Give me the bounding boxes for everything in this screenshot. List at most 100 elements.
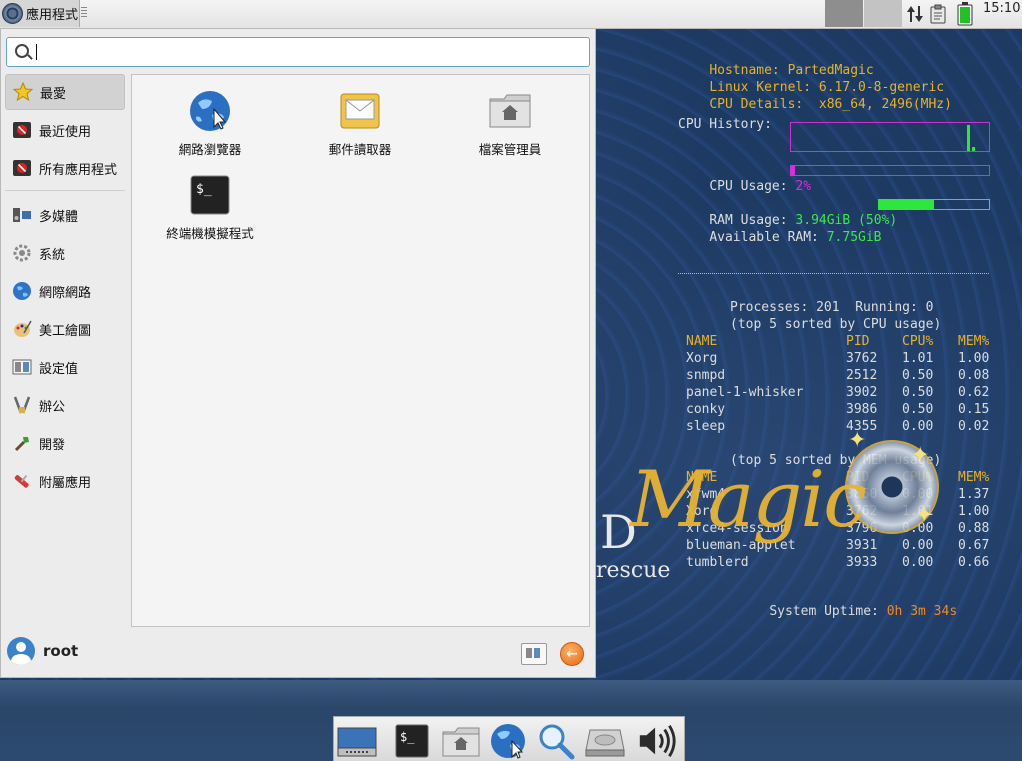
menu-settings-button[interactable] (521, 643, 547, 665)
cpu-usage-label: CPU Usage: (709, 179, 788, 194)
uptime-label: System Uptime: (769, 604, 879, 619)
network-updown-icon[interactable] (905, 3, 925, 25)
panel-clock[interactable]: 15:10 (983, 1, 1020, 16)
clipboard-icon[interactable] (930, 4, 946, 24)
process-cpu: 0.00 (902, 538, 934, 553)
process-pid: 3933 (846, 555, 878, 570)
category-system[interactable]: 系統 (5, 235, 125, 271)
process-name: panel-1-whisker (686, 385, 804, 400)
process-cpu: 0.50 (902, 368, 934, 383)
panel-handle[interactable] (81, 7, 87, 19)
process-mem: 1.00 (958, 351, 990, 366)
terminal-icon: $_ (188, 173, 232, 217)
office-icon (11, 394, 33, 416)
system-gear-icon (11, 242, 33, 264)
process-mem: 1.00 (958, 504, 990, 519)
ram-usage-fill (879, 200, 934, 209)
workspace-2-button[interactable] (864, 0, 902, 27)
process-cpu: 0.00 (902, 419, 934, 434)
process-pid: 3762 (846, 351, 878, 366)
cpu-history-spike (972, 147, 975, 151)
app-terminal[interactable]: $_ 終端機模擬程式 (140, 173, 280, 242)
sparkle-icon: ✦ (915, 503, 934, 528)
category-label: 最近使用 (39, 124, 92, 140)
svg-text:$_: $_ (196, 182, 212, 197)
category-internet[interactable]: 網際網路 (5, 273, 125, 309)
available-ram-value: 7.75GiB (826, 230, 882, 245)
uptime-value: 0h 3m 34s (886, 604, 958, 619)
category-accessories[interactable]: 附屬應用 (5, 463, 125, 499)
cpu-history-label: CPU History: (678, 117, 772, 132)
process-mem: 0.66 (958, 555, 990, 570)
category-label: 美工繪圖 (39, 323, 92, 339)
category-recent[interactable]: 最近使用 (5, 112, 125, 148)
process-cpu: 0.50 (902, 385, 934, 400)
processes-line: Processes: 201 Running: 0 (730, 300, 934, 315)
web-browser-icon (188, 89, 232, 133)
category-label: 系統 (39, 247, 66, 263)
multimedia-icon (11, 204, 33, 226)
dock-terminal[interactable]: $_ (391, 722, 433, 760)
category-development[interactable]: 開發 (5, 425, 125, 461)
app-finder-icon (539, 724, 575, 760)
process-mem: 0.08 (958, 368, 990, 383)
process-cpu: 0.00 (902, 555, 934, 570)
volume-icon (639, 724, 676, 758)
dock-volume[interactable] (636, 722, 678, 760)
back-arrow-icon: ← (566, 646, 578, 662)
category-graphics[interactable]: 美工繪圖 (5, 311, 125, 347)
category-office[interactable]: 辦公 (5, 387, 125, 423)
column-header: CPU% (902, 334, 934, 349)
category-label: 網際網路 (39, 285, 92, 301)
category-label: 設定值 (39, 361, 79, 377)
process-mem: 0.67 (958, 538, 990, 553)
cpu-history-spike (967, 125, 970, 151)
process-pid: 2512 (846, 368, 878, 383)
applications-menu-button[interactable]: 應用程式 (0, 0, 80, 27)
home-folder-icon (442, 727, 480, 757)
graphics-palette-icon (11, 318, 33, 340)
cpu-details-label: CPU Details: (709, 97, 804, 112)
logo-magic-text: Magic (630, 455, 867, 545)
category-label: 多媒體 (39, 209, 79, 225)
settings-icon (11, 356, 33, 378)
process-name: tumblerd (686, 555, 749, 570)
app-web-browser[interactable]: 網路瀏覽器 (140, 89, 280, 158)
process-name: sleep (686, 419, 726, 434)
internet-globe-icon (11, 280, 33, 302)
category-label: 最愛 (40, 86, 67, 102)
dock-disk-drive[interactable] (584, 722, 626, 760)
cpu-usage-value: 2% (795, 179, 812, 194)
svg-text:$_: $_ (400, 730, 415, 744)
category-multimedia[interactable]: 多媒體 (5, 197, 125, 233)
process-name: snmpd (686, 368, 726, 383)
process-cpu: 0.50 (902, 402, 934, 417)
cpu-history-graph (790, 122, 990, 152)
category-settings[interactable]: 設定值 (5, 349, 125, 385)
app-label: 網路瀏覽器 (178, 142, 242, 157)
dock-app-finder[interactable] (535, 722, 577, 760)
category-all-apps[interactable]: 所有應用程式 (5, 150, 125, 186)
search-icon (15, 44, 29, 58)
dock-web-browser[interactable] (487, 722, 529, 760)
column-header: MEM% (958, 470, 990, 485)
sparkle-icon: ✦ (911, 443, 930, 468)
recent-icon (11, 119, 33, 141)
logout-button[interactable]: ← (560, 642, 584, 666)
terminal-icon: $_ (395, 724, 429, 758)
app-mail-reader[interactable]: 郵件讀取器 (290, 89, 430, 158)
dock-home-folder[interactable] (440, 722, 482, 760)
category-favorites[interactable]: 最愛 (5, 74, 125, 110)
accessories-icon (11, 470, 33, 492)
search-field[interactable] (6, 37, 590, 67)
process-mem: 0.88 (958, 521, 990, 536)
star-icon (12, 81, 34, 103)
text-caret (36, 44, 37, 60)
workspace-1-button[interactable] (825, 0, 863, 27)
app-file-manager[interactable]: 檔案管理員 (440, 89, 580, 158)
dock-show-desktop[interactable] (336, 722, 378, 760)
battery-icon[interactable] (957, 2, 973, 26)
logo-rescue-text: rescue (596, 558, 671, 583)
app-label: 檔案管理員 (478, 142, 542, 157)
application-menu: 最愛 最近使用 所有應用程式 多媒體 系統 網際網路 美工繪圖 設定值 辦公 開… (0, 28, 596, 678)
